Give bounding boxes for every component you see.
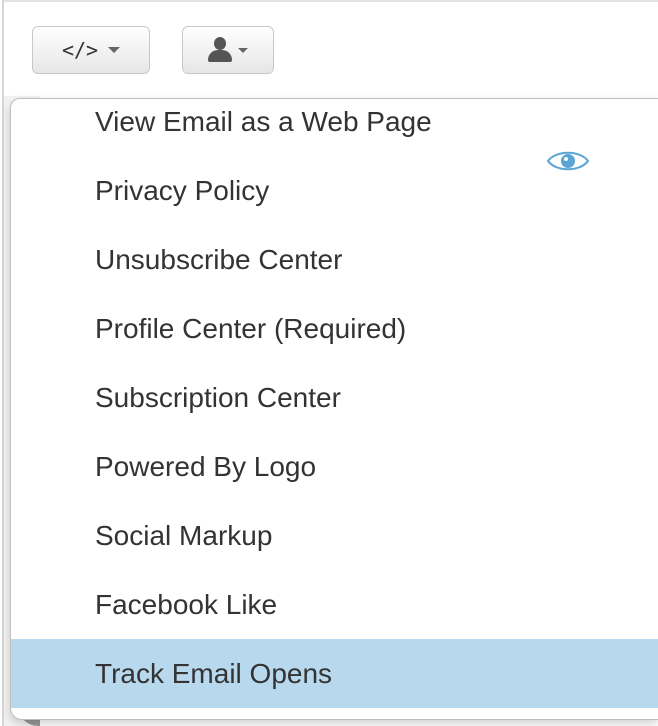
user-icon xyxy=(208,37,232,63)
panel-top-edge xyxy=(2,0,658,8)
insert-code-dropdown-menu: View Email as a Web Page Privacy Policy … xyxy=(10,98,658,720)
menu-item-powered-by-logo[interactable]: Powered By Logo xyxy=(11,432,658,501)
menu-item-facebook-like[interactable]: Facebook Like xyxy=(11,570,658,639)
user-dropdown-button[interactable] xyxy=(182,26,274,74)
caret-down-icon xyxy=(238,47,248,53)
caret-down-icon xyxy=(108,47,121,53)
eye-icon[interactable] xyxy=(547,149,589,173)
menu-item-social-markup[interactable]: Social Markup xyxy=(11,501,658,570)
menu-item-track-email-opens[interactable]: Track Email Opens xyxy=(11,639,658,708)
menu-item-unsubscribe-center[interactable]: Unsubscribe Center xyxy=(11,225,658,294)
insert-code-dropdown-button[interactable]: </> xyxy=(32,26,150,74)
dropdown-menu-list: View Email as a Web Page Privacy Policy … xyxy=(11,99,658,708)
code-icon: </> xyxy=(61,38,99,62)
menu-item-view-email-as-web-page[interactable]: View Email as a Web Page xyxy=(11,99,658,156)
menu-item-subscription-center[interactable]: Subscription Center xyxy=(11,363,658,432)
menu-item-profile-center[interactable]: Profile Center (Required) xyxy=(11,294,658,363)
